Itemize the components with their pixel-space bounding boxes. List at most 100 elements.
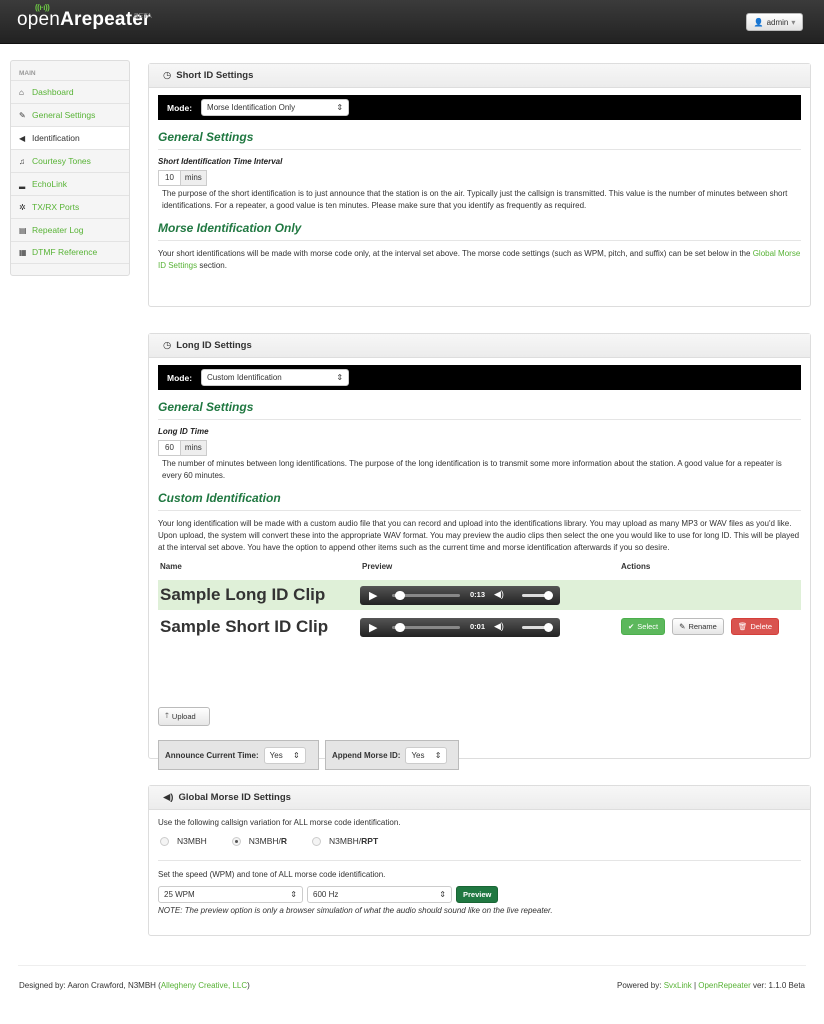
divider xyxy=(158,860,801,861)
sidebar-item-courtesy-tones[interactable]: ♫ Courtesy Tones xyxy=(11,149,129,172)
play-icon[interactable]: ▶ xyxy=(369,589,377,602)
divider xyxy=(158,240,801,241)
preview-morse-button[interactable]: Preview xyxy=(456,886,499,903)
audio-player[interactable]: ▶ 0:13 ◀) xyxy=(360,585,560,605)
short-id-panel: ◷ Short ID Settings Mode: Morse Identifi… xyxy=(148,63,811,307)
callsign-option-rpt[interactable]: N3MBH/RPT xyxy=(312,836,378,846)
clip-actions: ✔ Select ✎ Rename 🗑 Delete xyxy=(621,618,780,635)
volume-icon[interactable]: ◀) xyxy=(494,621,504,632)
short-id-interval-input[interactable]: 10 mins xyxy=(158,170,207,186)
panel-title: Global Morse ID Settings xyxy=(178,792,291,803)
sidebar-item-identification[interactable]: ◀ Identification xyxy=(11,126,129,149)
antenna-waves-icon: ((ı·ı)) xyxy=(35,3,50,12)
announce-label: Announce Current Time: xyxy=(165,750,259,760)
seek-handle[interactable] xyxy=(395,590,405,600)
allegheny-link[interactable]: Allegheny Creative, LLC xyxy=(161,981,247,990)
select-arrows-icon: ⇕ xyxy=(336,373,344,382)
wpm-select[interactable]: 25 WPM ⇕ xyxy=(158,886,303,903)
long-id-panel-header: ◷ Long ID Settings xyxy=(149,334,810,358)
clip-row: Sample Short ID Clip ▶ 0:01 ◀) ✔ Select … xyxy=(158,612,801,642)
short-id-morse-title: Morse Identification Only xyxy=(158,221,302,235)
volume-handle[interactable] xyxy=(544,622,553,632)
select-value: Custom Identification xyxy=(207,373,282,382)
select-clip-button[interactable]: ✔ Select xyxy=(621,618,666,635)
volume-icon: ◀) xyxy=(163,792,174,803)
logo-text-open: open xyxy=(17,9,61,30)
select-arrows-icon: ⇕ xyxy=(439,890,446,899)
chevron-down-icon: ▾ xyxy=(791,17,796,27)
mode-label: Mode: xyxy=(167,372,193,383)
delete-clip-button[interactable]: 🗑 Delete xyxy=(730,618,780,635)
long-id-time-help: The number of minutes between long ident… xyxy=(162,459,782,480)
global-morse-panel-header: ◀) Global Morse ID Settings xyxy=(149,786,810,810)
seek-handle[interactable] xyxy=(395,622,405,632)
clip-row: Sample Long ID Clip ▶ 0:13 ◀) xyxy=(158,580,801,610)
clip-name: Sample Short ID Clip xyxy=(160,617,329,636)
openrepeater-link[interactable]: OpenRepeater xyxy=(698,981,750,990)
top-navbar: ((ı·ı)) openArepeater BETA 👤 admin ▾ xyxy=(0,0,824,44)
upload-button[interactable]: 🡑 Upload xyxy=(158,707,210,726)
speed-tone-text: Set the speed (WPM) and tone of ALL mors… xyxy=(158,870,386,879)
app-logo[interactable]: ((ı·ı)) openArepeater xyxy=(17,3,151,31)
sidebar-item-dtmf-reference[interactable]: ▦ DTMF Reference xyxy=(11,241,129,264)
sidebar-item-echolink[interactable]: ▂ EchoLink xyxy=(11,172,129,195)
wrench-icon: ✎ xyxy=(19,110,26,120)
rename-clip-button[interactable]: ✎ Rename xyxy=(672,618,724,635)
announce-time-select[interactable]: Yes ⇕ xyxy=(263,746,306,764)
sidebar-item-repeater-log[interactable]: ▤ Repeater Log xyxy=(11,218,129,241)
input-unit: mins xyxy=(179,170,207,186)
svxlink-link[interactable]: SvxLink xyxy=(664,981,692,990)
tone-select[interactable]: 600 Hz ⇕ xyxy=(307,886,452,903)
keypad-icon: ▦ xyxy=(19,248,27,257)
short-id-morse-text: Your short identifications will be made … xyxy=(158,249,801,270)
input-value[interactable]: 60 xyxy=(158,440,180,456)
user-name: admin xyxy=(766,17,789,27)
clip-duration: 0:13 xyxy=(470,589,486,599)
long-id-time-label: Long ID Time xyxy=(158,427,209,436)
input-value[interactable]: 10 xyxy=(158,170,180,186)
long-id-general-title: General Settings xyxy=(158,400,254,414)
long-id-custom-text: Your long identification will be made wi… xyxy=(158,519,800,552)
music-icon: ♫ xyxy=(19,156,25,166)
col-name: Name xyxy=(160,562,182,571)
long-id-mode-select[interactable]: Custom Identification ⇕ xyxy=(201,369,350,386)
append-morse-select[interactable]: Yes ⇕ xyxy=(405,746,448,764)
sidebar-item-label: Courtesy Tones xyxy=(32,155,91,166)
callsign-option-r[interactable]: N3MBH/R xyxy=(231,836,287,846)
upload-arrow-icon: 🡑 xyxy=(165,711,169,720)
radio-button[interactable] xyxy=(231,836,241,846)
divider xyxy=(158,510,801,511)
preview-note: NOTE: The preview option is only a brows… xyxy=(158,906,553,915)
sidebar-item-txrx-ports[interactable]: ✲ TX/RX Ports xyxy=(11,195,129,218)
short-id-panel-header: ◷ Short ID Settings xyxy=(149,64,810,88)
callsign-variation-text: Use the following callsign variation for… xyxy=(158,818,401,827)
list-icon: ▤ xyxy=(19,225,27,235)
sidebar-item-label: EchoLink xyxy=(32,178,67,189)
volume-handle[interactable] xyxy=(544,590,553,600)
audio-player[interactable]: ▶ 0:01 ◀) xyxy=(360,617,560,637)
panel-title: Short ID Settings xyxy=(176,70,254,81)
radio-button[interactable] xyxy=(312,836,322,846)
select-arrows-icon: ⇕ xyxy=(290,890,297,899)
sidebar-item-label: Dashboard xyxy=(32,86,74,97)
user-menu-button[interactable]: 👤 admin ▾ xyxy=(746,13,803,31)
callsign-option-plain[interactable]: N3MBH xyxy=(160,836,207,846)
short-id-mode-select[interactable]: Morse Identification Only ⇕ xyxy=(201,99,350,116)
version-text: ver: 1.1.0 Beta xyxy=(752,981,805,990)
announce-time-box: Announce Current Time: Yes ⇕ xyxy=(158,740,319,770)
callsign-radio-group: N3MBH N3MBH/R N3MBH/RPT xyxy=(158,836,801,846)
long-id-time-input[interactable]: 60 mins xyxy=(158,440,207,456)
play-icon[interactable]: ▶ xyxy=(369,621,377,634)
sidebar-header: MAIN xyxy=(19,70,36,77)
sidebar-item-general-settings[interactable]: ✎ General Settings xyxy=(11,103,129,126)
clock-icon: ◷ xyxy=(163,70,172,81)
sidebar-item-dashboard[interactable]: ⌂ Dashboard xyxy=(11,80,129,103)
divider xyxy=(158,149,801,150)
bullhorn-icon: ◀ xyxy=(19,133,26,143)
footer-designed-by: Designed by: Aaron Crawford, N3MBH (Alle… xyxy=(19,981,250,990)
volume-icon[interactable]: ◀) xyxy=(494,589,504,600)
divider xyxy=(158,419,801,420)
cog-icon: ✲ xyxy=(19,202,26,212)
input-unit: mins xyxy=(179,440,207,456)
radio-button[interactable] xyxy=(160,836,169,846)
